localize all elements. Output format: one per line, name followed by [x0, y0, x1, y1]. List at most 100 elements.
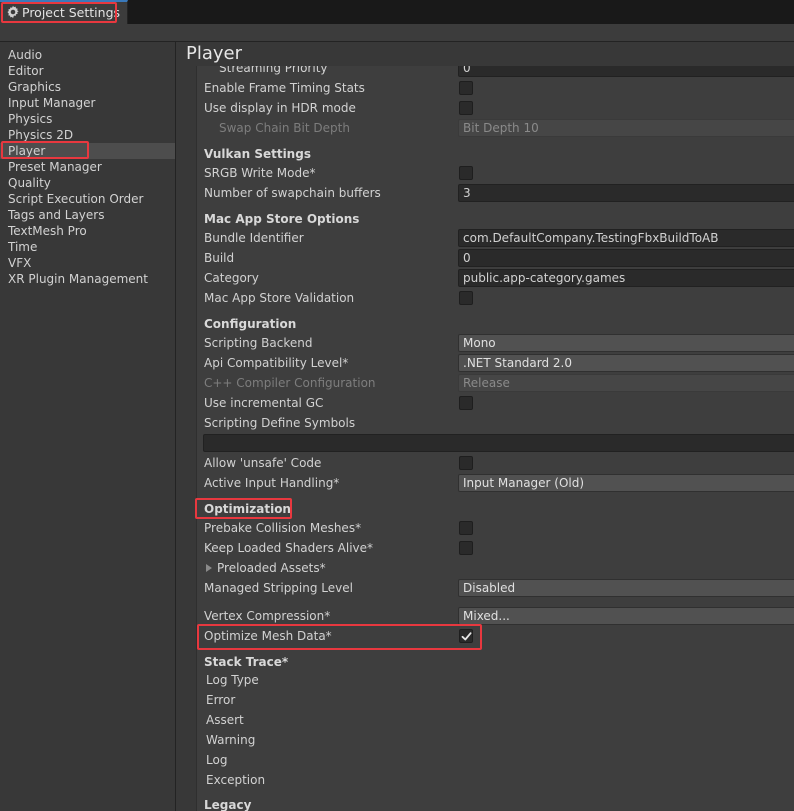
bundle-id-label: Bundle Identifier — [204, 231, 304, 245]
optimize-mesh-label: Optimize Mesh Data* — [204, 629, 332, 643]
build-field[interactable]: 0 — [458, 249, 794, 267]
stack-trace-log: Log — [206, 753, 228, 767]
stripping-dropdown[interactable]: Disabled — [458, 579, 794, 597]
swapchain-buffers-label: Number of swapchain buffers — [204, 186, 381, 200]
define-symbols-input[interactable] — [203, 434, 794, 452]
sidebar-item-xr-plugin-management[interactable]: XR Plugin Management — [0, 271, 175, 287]
sidebar-item-textmesh-pro[interactable]: TextMesh Pro — [0, 223, 175, 239]
stack-trace-row: Log Type — [197, 670, 794, 690]
streaming-priority-row: Streaming Priority 0 — [197, 66, 794, 78]
sidebar-item-tags-and-layers[interactable]: Tags and Layers — [0, 207, 175, 223]
frame-timing-checkbox[interactable] — [459, 81, 473, 95]
sidebar-item-time[interactable]: Time — [0, 239, 175, 255]
incremental-gc-label: Use incremental GC — [204, 396, 324, 410]
sidebar-item-physics-2d[interactable]: Physics 2D — [0, 127, 175, 143]
prebake-row: Prebake Collision Meshes* — [197, 518, 794, 538]
player-settings-panel: Player Streaming Priority 0 Enable Frame… — [177, 42, 794, 811]
swap-chain-row: Swap Chain Bit Depth Bit Depth 10 — [197, 118, 794, 138]
project-settings-tab[interactable]: Project Settings — [0, 0, 128, 24]
preloaded-assets-label: Preloaded Assets* — [217, 561, 326, 575]
stack-trace-header: Stack Trace* — [204, 655, 289, 669]
unsafe-code-label: Allow 'unsafe' Code — [204, 456, 322, 470]
optimization-header: Optimization — [204, 502, 291, 516]
sidebar-item-physics[interactable]: Physics — [0, 111, 175, 127]
swapchain-buffers-row: Number of swapchain buffers 3 — [197, 183, 794, 203]
preloaded-assets-row[interactable]: Preloaded Assets* — [197, 558, 794, 578]
frame-timing-row: Enable Frame Timing Stats — [197, 78, 794, 98]
bundle-id-row: Bundle Identifier com.DefaultCompany.Tes… — [197, 228, 794, 248]
streaming-priority-field[interactable]: 0 — [458, 66, 794, 77]
sidebar-item-script-execution-order[interactable]: Script Execution Order — [0, 191, 175, 207]
frame-timing-label: Enable Frame Timing Stats — [204, 81, 365, 95]
scripting-backend-dropdown[interactable]: Mono — [458, 334, 794, 352]
stack-trace-log-type: Log Type — [206, 673, 259, 687]
define-symbols-label: Scripting Define Symbols — [204, 416, 356, 430]
mac-validation-row: Mac App Store Validation — [197, 288, 794, 308]
stack-trace-error: Error — [206, 693, 236, 707]
unsafe-code-row: Allow 'unsafe' Code — [197, 453, 794, 473]
prebake-checkbox[interactable] — [459, 521, 473, 535]
gear-icon — [7, 5, 19, 19]
configuration-header: Configuration — [204, 317, 297, 331]
mac-validation-label: Mac App Store Validation — [204, 291, 355, 305]
bundle-id-field[interactable]: com.DefaultCompany.TestingFbxBuildToAB — [458, 229, 794, 247]
srgb-write-row: SRGB Write Mode* — [197, 163, 794, 183]
cpp-config-label: C++ Compiler Configuration — [204, 376, 376, 390]
scripting-backend-row: Scripting Backend Mono — [197, 333, 794, 353]
page-title: Player — [186, 43, 243, 64]
stripping-label: Managed Stripping Level — [204, 581, 353, 595]
window-tab-bar: Project Settings — [0, 0, 794, 24]
sidebar-item-audio[interactable]: Audio — [0, 47, 175, 63]
keep-shaders-label: Keep Loaded Shaders Alive* — [204, 541, 374, 555]
optimize-mesh-row: Optimize Mesh Data* — [197, 626, 794, 646]
mac-validation-checkbox[interactable] — [459, 291, 473, 305]
vulkan-settings-header: Vulkan Settings — [204, 147, 311, 161]
hdr-display-label: Use display in HDR mode — [204, 101, 356, 115]
stripping-row: Managed Stripping Level Disabled — [197, 578, 794, 598]
define-symbols-row: Scripting Define Symbols — [197, 413, 794, 433]
toolbar — [0, 24, 794, 42]
sidebar-item-quality[interactable]: Quality — [0, 175, 175, 191]
input-handling-dropdown[interactable]: Input Manager (Old) — [458, 474, 794, 492]
cpp-config-row: C++ Compiler Configuration Release — [197, 373, 794, 393]
define-symbols-input-row — [197, 433, 794, 453]
sidebar-item-preset-manager[interactable]: Preset Manager — [0, 159, 175, 175]
sidebar-item-editor[interactable]: Editor — [0, 63, 175, 79]
incremental-gc-checkbox[interactable] — [459, 396, 473, 410]
checkmark-icon — [461, 632, 472, 641]
srgb-write-label: SRGB Write Mode* — [204, 166, 316, 180]
swap-chain-dropdown: Bit Depth 10 — [458, 119, 794, 137]
keep-shaders-checkbox[interactable] — [459, 541, 473, 555]
cpp-config-dropdown: Release — [458, 374, 794, 392]
incremental-gc-row: Use incremental GC — [197, 393, 794, 413]
swap-chain-label: Swap Chain Bit Depth — [219, 121, 350, 135]
hdr-display-row: Use display in HDR mode — [197, 98, 794, 118]
foldout-arrow-icon[interactable] — [206, 564, 212, 572]
api-level-dropdown[interactable]: .NET Standard 2.0 — [458, 354, 794, 372]
sidebar-item-vfx[interactable]: VFX — [0, 255, 175, 271]
category-field[interactable]: public.app-category.games — [458, 269, 794, 287]
stack-trace-row: Error — [197, 690, 794, 710]
category-row: Category public.app-category.games — [197, 268, 794, 288]
unsafe-code-checkbox[interactable] — [459, 456, 473, 470]
vertex-compression-label: Vertex Compression* — [204, 609, 331, 623]
input-handling-row: Active Input Handling* Input Manager (Ol… — [197, 473, 794, 493]
build-row: Build 0 — [197, 248, 794, 268]
vertex-compression-dropdown[interactable]: Mixed... — [458, 607, 794, 625]
sidebar-item-input-manager[interactable]: Input Manager — [0, 95, 175, 111]
sidebar-item-player[interactable]: Player — [0, 143, 175, 159]
hdr-display-checkbox[interactable] — [459, 101, 473, 115]
stack-trace-row: Warning — [197, 730, 794, 750]
keep-shaders-row: Keep Loaded Shaders Alive* — [197, 538, 794, 558]
swapchain-buffers-field[interactable]: 3 — [458, 184, 794, 202]
legacy-header: Legacy — [204, 798, 252, 811]
stack-trace-assert: Assert — [206, 713, 244, 727]
sidebar-item-graphics[interactable]: Graphics — [0, 79, 175, 95]
stack-trace-row: Assert — [197, 710, 794, 730]
optimize-mesh-checkbox[interactable] — [459, 629, 473, 643]
scripting-backend-label: Scripting Backend — [204, 336, 313, 350]
srgb-write-checkbox[interactable] — [459, 166, 473, 180]
build-label: Build — [204, 251, 235, 265]
settings-scroll-area[interactable]: Streaming Priority 0 Enable Frame Timing… — [196, 66, 794, 811]
prebake-label: Prebake Collision Meshes* — [204, 521, 362, 535]
